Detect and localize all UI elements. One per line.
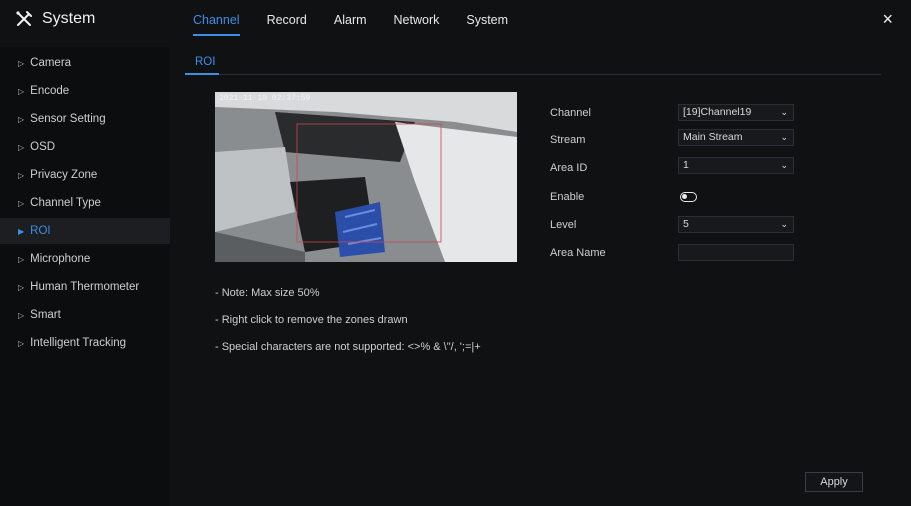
triangle-right-icon: ▷ [18,58,25,68]
chevron-down-icon: ⌄ [780,160,788,170]
note-max-size: - Note: Max size 50% [215,287,320,299]
stream-value: Main Stream [683,131,743,143]
area-name-input[interactable] [678,244,794,261]
sidebar-item-label: Privacy Zone [30,169,98,181]
sidebar-item-label: Microphone [30,253,91,265]
chevron-down-icon: ⌄ [780,219,788,229]
subtab-active-indicator [185,73,219,75]
stream-label: Stream [550,134,586,146]
sidebar-item-camera[interactable]: ▷ Camera [0,50,170,76]
sidebar-item-label: Intelligent Tracking [30,337,127,349]
enable-toggle[interactable] [680,192,697,202]
tab-record[interactable]: Record [267,13,307,27]
triangle-right-icon: ▷ [18,282,25,292]
sidebar: ▷ Camera ▷ Encode ▷ Sensor Setting ▷ OSD ▷ Pr… [0,47,170,506]
camera-frame-image [215,92,517,262]
triangle-right-icon: ▷ [18,170,25,180]
area-id-label: Area ID [550,162,588,174]
sidebar-item-label: ROI [30,225,51,237]
app-title: System [14,9,95,29]
level-value: 5 [683,218,689,230]
triangle-right-icon: ▷ [18,142,25,152]
sidebar-item-privacy-zone[interactable]: ▷ Privacy Zone [0,162,170,188]
sidebar-item-intelligent-tracking[interactable]: ▷ Intelligent Tracking [0,330,170,356]
tab-system[interactable]: System [466,13,508,27]
channel-value: [19]Channel19 [683,106,752,118]
triangle-right-icon: ▷ [18,338,25,348]
chevron-down-icon: ⌄ [780,107,788,117]
top-tabs: Channel Record Alarm Network System [193,13,535,36]
sidebar-item-microphone[interactable]: ▷ Microphone [0,246,170,272]
stream-select[interactable]: Main Stream ⌄ [678,129,794,146]
area-id-select[interactable]: 1 ⌄ [678,157,794,174]
close-icon[interactable]: × [882,9,893,30]
sidebar-item-label: Channel Type [30,197,101,209]
triangle-right-icon: ▷ [18,86,25,96]
sidebar-item-label: Sensor Setting [30,113,106,125]
app-title-text: System [42,10,96,27]
tools-icon [16,11,32,26]
area-name-label: Area Name [550,247,606,259]
tab-alarm[interactable]: Alarm [334,13,367,27]
osd-timestamp: 2021-11-10 02:37:59 [219,94,311,103]
tab-channel[interactable]: Channel [193,13,240,36]
note-right-click: - Right click to remove the zones drawn [215,314,408,326]
subtab-divider [185,74,881,75]
sidebar-item-sensor-setting[interactable]: ▷ Sensor Setting [0,106,170,132]
triangle-right-icon: ▷ [18,310,25,320]
triangle-right-icon: ▷ [18,254,25,264]
channel-label: Channel [550,107,591,119]
sidebar-item-osd[interactable]: ▷ OSD [0,134,170,160]
video-preview[interactable]: 2021-11-10 02:37:59 [215,92,517,262]
notes: - Note: Max size 50% - Right click to re… [215,287,481,368]
sidebar-item-smart[interactable]: ▷ Smart [0,302,170,328]
chevron-down-icon: ⌄ [780,132,788,142]
enable-label: Enable [550,191,585,203]
sidebar-item-roi[interactable]: ▶ ROI [0,218,170,244]
sidebar-item-channel-type[interactable]: ▷ Channel Type [0,190,170,216]
level-select[interactable]: 5 ⌄ [678,216,794,233]
sidebar-item-label: Smart [30,309,61,321]
sidebar-item-label: Encode [30,85,70,97]
apply-button[interactable]: Apply [805,472,863,492]
triangle-right-icon: ▷ [18,114,25,124]
subtab-roi[interactable]: ROI [195,56,215,68]
sidebar-item-human-thermometer[interactable]: ▷ Human Thermometer [0,274,170,300]
tab-network[interactable]: Network [394,13,440,27]
note-special-chars: - Special characters are not supported: … [215,341,481,353]
channel-select[interactable]: [19]Channel19 ⌄ [678,104,794,121]
level-label: Level [550,219,577,231]
sidebar-item-label: Human Thermometer [30,281,140,293]
sidebar-item-label: Camera [30,57,72,69]
sidebar-item-label: OSD [30,141,56,153]
area-id-value: 1 [683,159,689,171]
triangle-right-icon: ▷ [18,198,25,208]
sidebar-item-encode[interactable]: ▷ Encode [0,78,170,104]
triangle-right-filled-icon: ▶ [18,226,25,236]
